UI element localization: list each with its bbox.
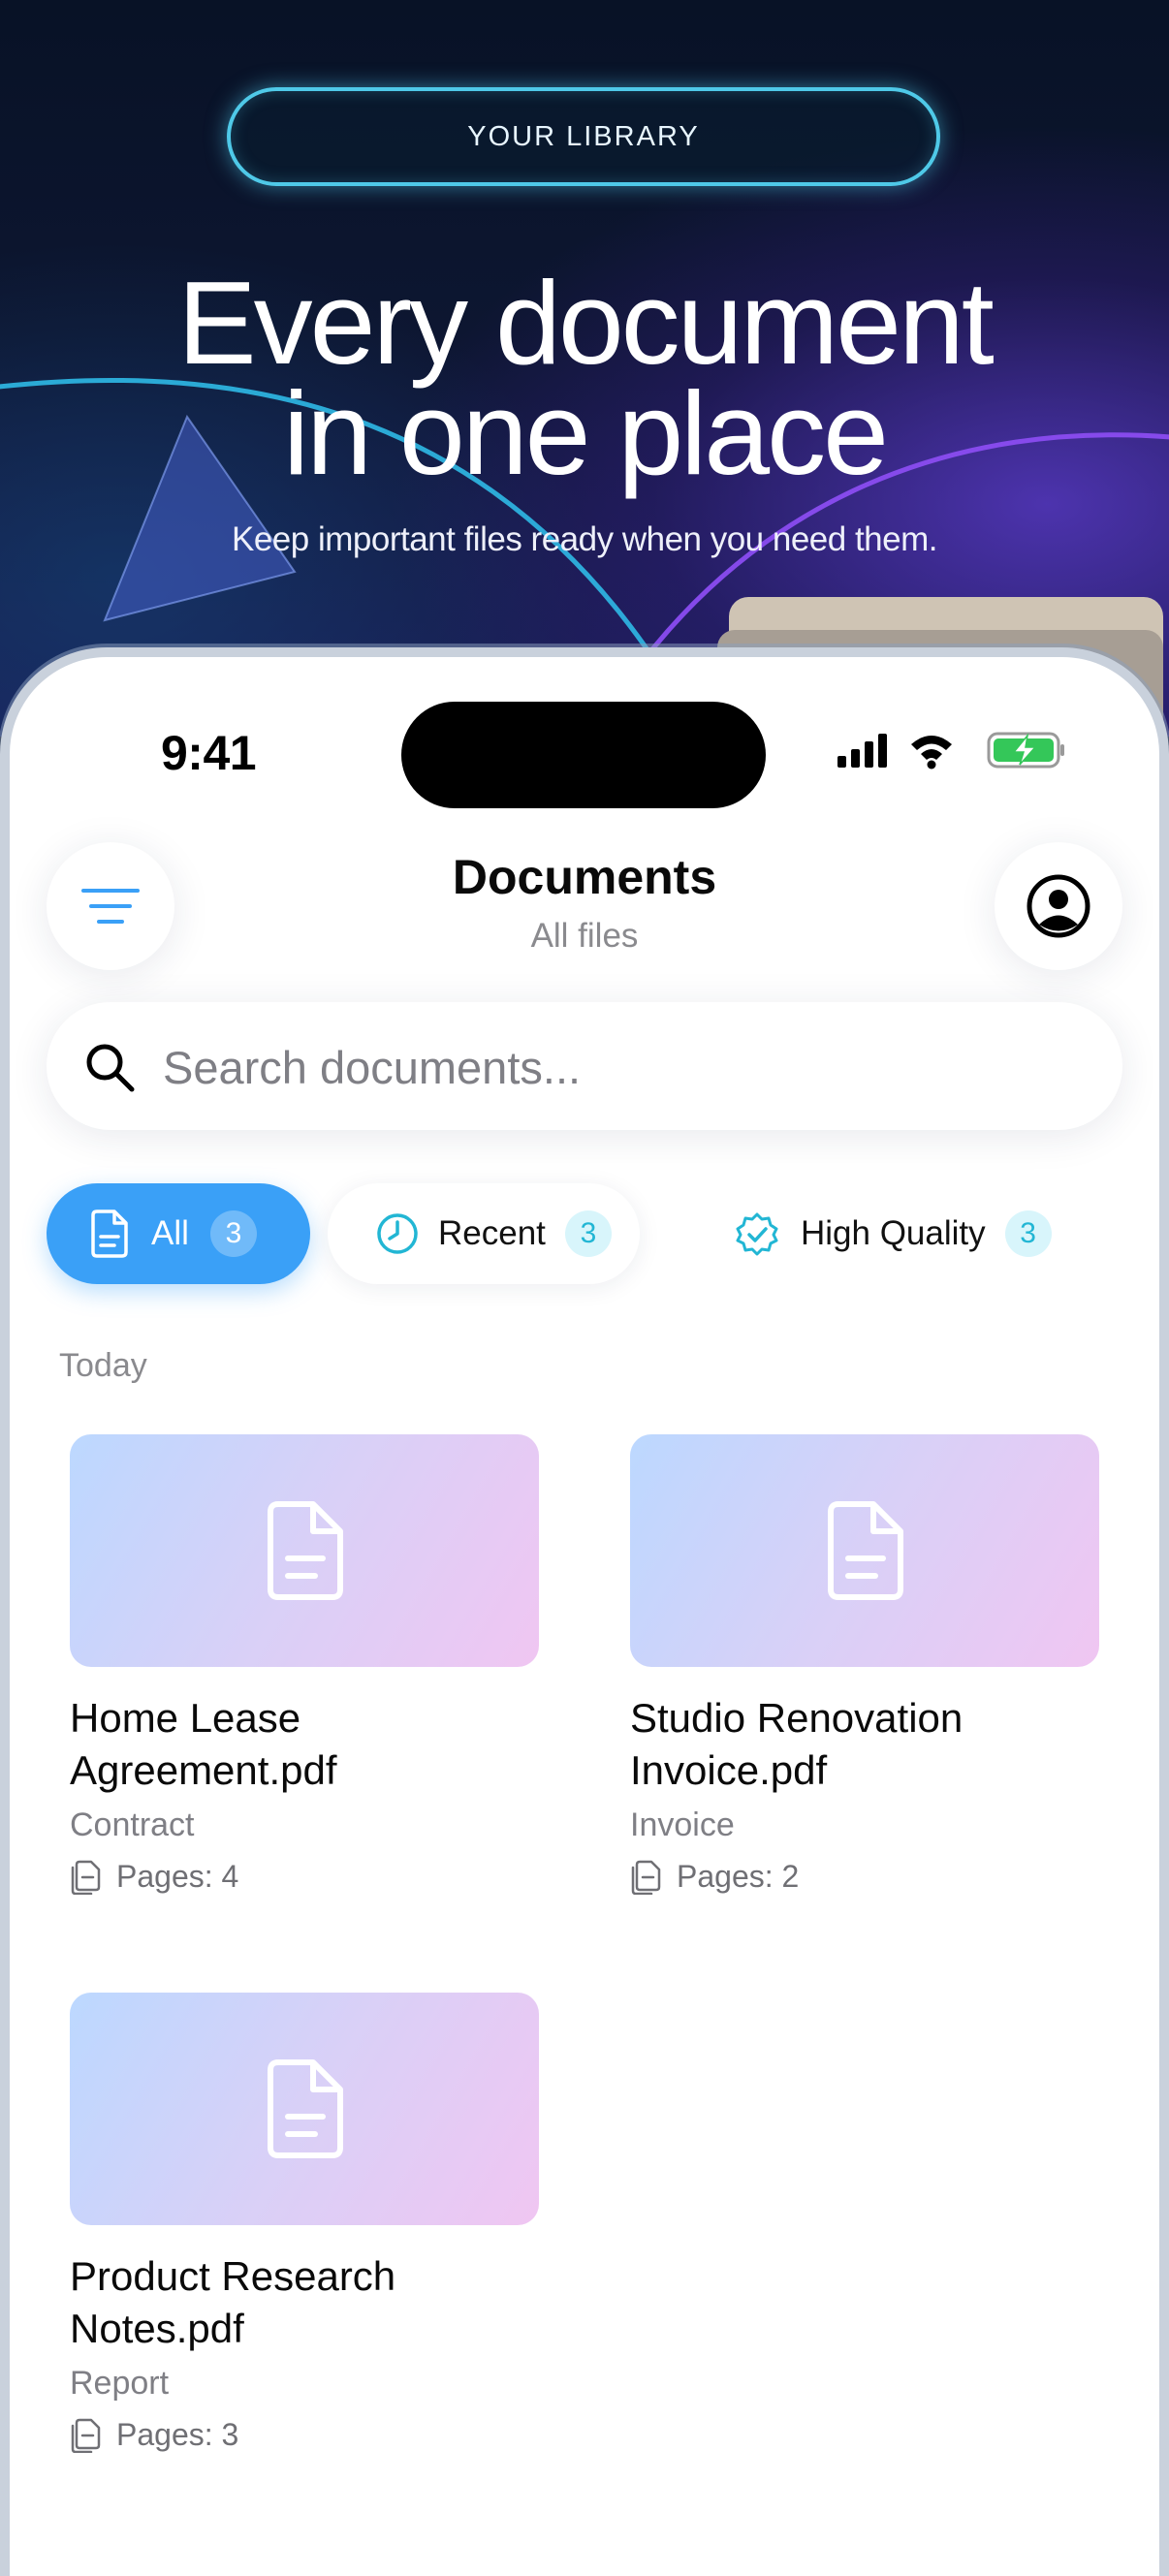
document-pages: Pages: 2 (630, 1858, 1099, 1895)
document-thumbnail (630, 1434, 1099, 1667)
user-circle-icon (1027, 874, 1090, 938)
document-pages: Pages: 3 (70, 2416, 539, 2453)
section-label-today: Today (59, 1347, 147, 1384)
filter-chip-all-count: 3 (209, 1210, 257, 1257)
document-card[interactable]: Studio Renovation Invoice.pdf Invoice Pa… (630, 1434, 1099, 1895)
document-name: Home Lease Agreement.pdf (70, 1695, 337, 1793)
filter-chip-high-quality-count: 3 (1004, 1210, 1052, 1257)
status-time: 9:41 (161, 726, 257, 780)
search-bar[interactable] (47, 1002, 1122, 1130)
hero-subtitle: Keep important files ready when you need… (232, 520, 938, 558)
wifi-icon (911, 736, 952, 770)
pages-icon (71, 1860, 101, 1895)
document-icon (268, 2059, 343, 2158)
document-pages-label: Pages: 3 (116, 2416, 239, 2452)
dynamic-island (401, 702, 766, 808)
document-category: Contract (70, 1806, 195, 1843)
phone-frame: 9:41 Documents All files Search document… (0, 647, 1169, 2576)
search-icon (86, 1044, 135, 1092)
page-title: Documents (452, 850, 717, 904)
document-thumbnail (70, 1993, 539, 2225)
document-icon (91, 1209, 128, 1258)
document-pages-label: Pages: 2 (677, 1858, 800, 1894)
document-card[interactable]: Home Lease Agreement.pdf Contract Pages:… (70, 1434, 539, 1895)
library-badge: YOUR LIBRARY (227, 87, 940, 186)
cellular-signal-icon (837, 734, 887, 768)
phone-screen: 9:41 Documents All files Search document… (10, 657, 1159, 2576)
verified-badge-icon (736, 1212, 778, 1256)
hero-banner: YOUR LIBRARY Every document in one place… (0, 0, 1169, 737)
battery-charging-icon (987, 732, 1064, 769)
pages-icon (71, 2418, 101, 2453)
document-pages: Pages: 4 (70, 1858, 539, 1895)
filter-chip-high-quality-label: High Quality (801, 1214, 986, 1252)
document-pages-label: Pages: 4 (116, 1858, 239, 1894)
document-category: Invoice (630, 1806, 735, 1843)
document-thumbnail (70, 1434, 539, 1667)
status-icons (836, 731, 1068, 774)
hero-title-line2: in one place (283, 367, 889, 499)
page-subtitle: All files (530, 917, 639, 955)
pages-icon (631, 1860, 661, 1895)
filter-chip-all-label: All (151, 1214, 189, 1252)
filter-chip-recent-count: 3 (564, 1210, 612, 1257)
document-icon (268, 1501, 343, 1600)
document-name: Product Research Notes.pdf (70, 2253, 396, 2351)
document-icon (828, 1501, 903, 1600)
clock-icon (377, 1213, 418, 1254)
filter-chip-all[interactable]: All 3 (47, 1183, 310, 1284)
document-card[interactable]: Product Research Notes.pdf Report Pages:… (70, 1993, 539, 2453)
filter-chip-recent[interactable]: Recent 3 (328, 1183, 640, 1284)
profile-button[interactable] (995, 842, 1122, 970)
filter-chip-high-quality[interactable]: High Quality 3 (696, 1183, 1093, 1284)
search-input[interactable] (161, 1029, 1037, 1105)
filter-chip-recent-label: Recent (438, 1214, 546, 1252)
hero-title: Every document in one place (0, 264, 1169, 492)
document-name: Studio Renovation Invoice.pdf (630, 1695, 964, 1793)
document-category: Report (70, 2365, 170, 2402)
